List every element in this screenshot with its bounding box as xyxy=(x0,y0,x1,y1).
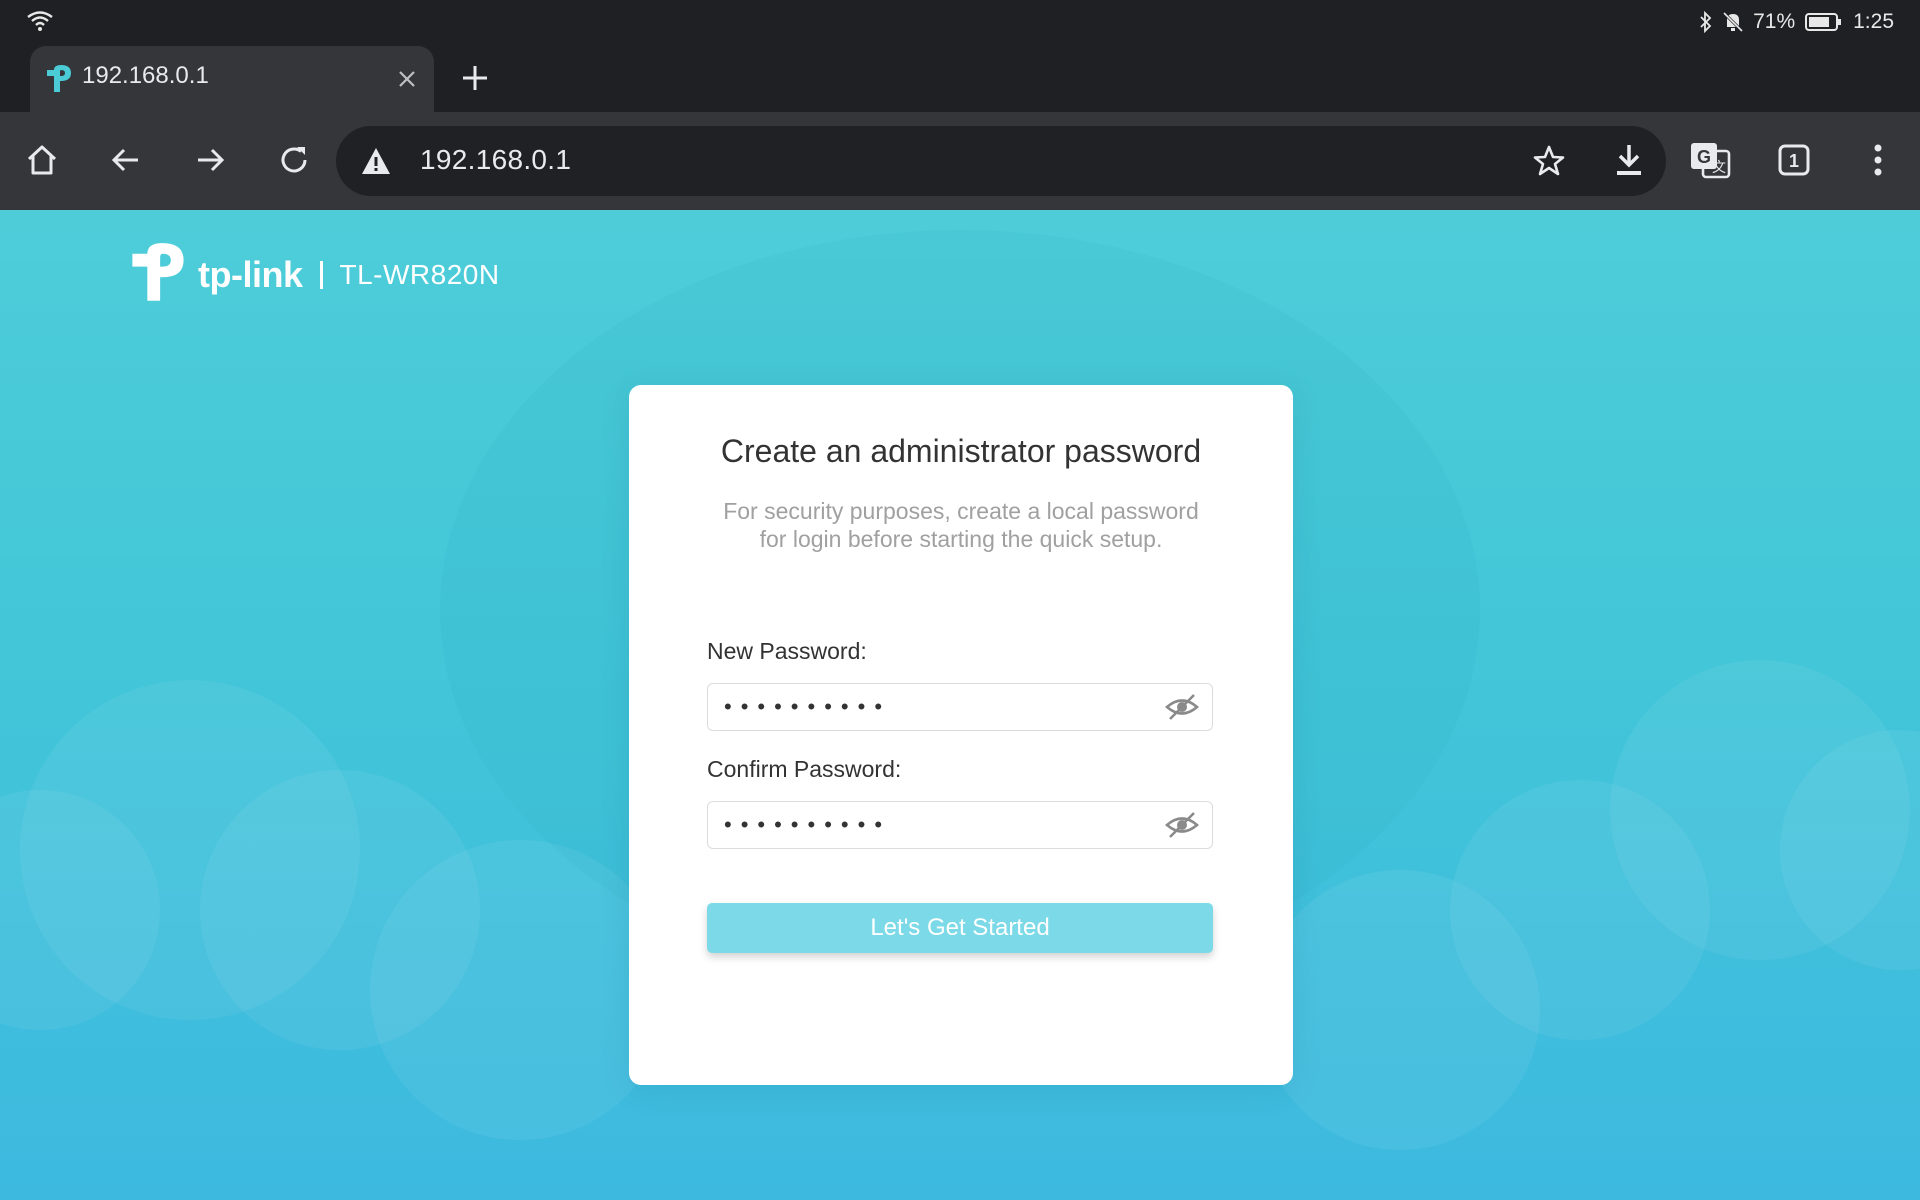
router-page: tp-link TL-WR820N Create an administrato… xyxy=(0,210,1920,1200)
brand-divider xyxy=(320,261,324,289)
model-name: TL-WR820N xyxy=(339,259,500,290)
tplink-favicon xyxy=(44,64,74,99)
forward-icon[interactable] xyxy=(184,134,236,186)
confirm-password-value: •••••••••• xyxy=(724,812,892,837)
confirm-password-label: Confirm Password: xyxy=(707,756,902,782)
brand-header: tp-link TL-WR820N xyxy=(126,240,500,310)
password-card: Create an administrator password For sec… xyxy=(629,385,1293,1085)
browser-toolbar: 192.168.0.1 G文 1 xyxy=(0,112,1920,210)
close-icon[interactable] xyxy=(392,64,422,94)
translate-icon[interactable]: G文 xyxy=(1684,134,1736,186)
menu-icon[interactable] xyxy=(1852,134,1904,186)
star-icon[interactable] xyxy=(1532,144,1566,183)
address-bar[interactable]: 192.168.0.1 xyxy=(336,126,1666,196)
status-bar: 71% 1:25 xyxy=(0,0,1920,44)
new-password-value: •••••••••• xyxy=(724,694,892,719)
back-icon[interactable] xyxy=(100,134,152,186)
reload-icon[interactable] xyxy=(268,134,320,186)
download-icon[interactable] xyxy=(1612,142,1646,183)
wifi-icon xyxy=(26,10,54,37)
card-title: Create an administrator password xyxy=(720,433,1202,469)
tplink-logo-icon xyxy=(126,240,190,311)
url-text[interactable]: 192.168.0.1 xyxy=(420,144,571,176)
battery-level: 71% xyxy=(1753,10,1796,33)
tab-count: 1 xyxy=(1789,151,1799,171)
battery-icon xyxy=(1805,12,1843,32)
tab-title: 192.168.0.1 xyxy=(82,62,209,89)
svg-text:G: G xyxy=(1697,147,1711,167)
eye-slash-icon[interactable] xyxy=(1164,810,1200,840)
brand-wordmark: tp-link xyxy=(198,254,303,295)
plus-icon[interactable] xyxy=(455,58,495,98)
warning-icon[interactable] xyxy=(360,146,392,181)
new-password-label: New Password: xyxy=(707,638,867,664)
browser-tab[interactable]: 192.168.0.1 xyxy=(30,46,434,114)
card-description: For security purposes, create a local pa… xyxy=(723,498,1199,552)
svg-text:文: 文 xyxy=(1712,160,1726,176)
tab-switcher-icon[interactable]: 1 xyxy=(1768,134,1820,186)
home-icon[interactable] xyxy=(16,134,68,186)
new-password-field[interactable]: •••••••••• xyxy=(707,683,1213,731)
tab-strip: 192.168.0.1 xyxy=(0,44,1920,114)
clock: 1:25 xyxy=(1853,10,1894,33)
get-started-button[interactable]: Let's Get Started xyxy=(707,903,1213,953)
eye-slash-icon[interactable] xyxy=(1164,692,1200,722)
bell-muted-icon xyxy=(1723,11,1744,33)
confirm-password-field[interactable]: •••••••••• xyxy=(707,801,1213,849)
bluetooth-icon xyxy=(1699,11,1713,33)
